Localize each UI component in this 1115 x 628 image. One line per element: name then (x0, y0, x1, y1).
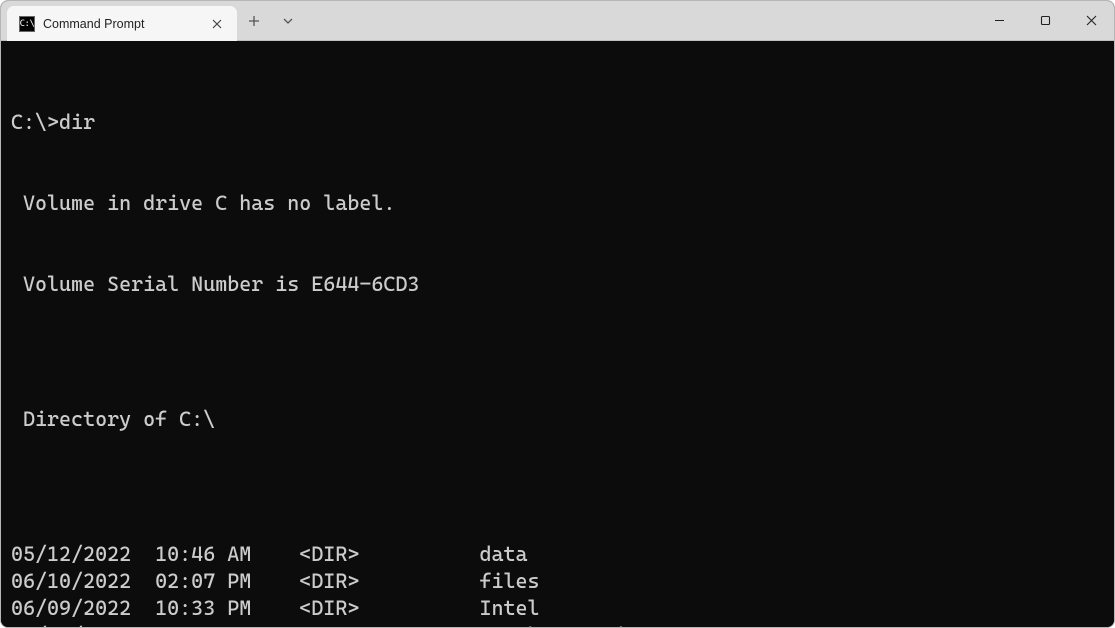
dir-entry: 06/09/2022 10:33 PM <DIR> Intel (11, 595, 1114, 622)
tab-close-button[interactable] (207, 14, 227, 34)
dir-listing: 05/12/2022 10:46 AM <DIR> data06/10/2022… (11, 541, 1114, 627)
dir-entry: 06/10/2022 11:00 AM <DIR> PatchMyPCUpdat… (11, 622, 1114, 627)
titlebar-drag-region[interactable] (305, 1, 976, 40)
dir-entry: 05/12/2022 10:46 AM <DIR> data (11, 541, 1114, 568)
close-icon (212, 19, 222, 29)
terminal-line: Volume in drive C has no label. (11, 190, 1114, 217)
terminal-line: Volume Serial Number is E644-6CD3 (11, 271, 1114, 298)
plus-icon (248, 15, 260, 27)
command-text: dir (59, 110, 95, 134)
terminal-viewport[interactable]: C:\>dir Volume in drive C has no label. … (1, 41, 1114, 627)
minimize-icon (994, 15, 1005, 26)
close-icon (1086, 15, 1097, 26)
prompt: C:\> (11, 110, 59, 134)
titlebar[interactable]: C:\ Command Prompt (1, 1, 1114, 41)
maximize-icon (1040, 15, 1051, 26)
terminal-line: C:\>dir (11, 109, 1114, 136)
tab-title: Command Prompt (43, 17, 199, 31)
cmd-icon: C:\ (19, 16, 35, 32)
tab-command-prompt[interactable]: C:\ Command Prompt (7, 6, 237, 41)
new-tab-button[interactable] (237, 1, 271, 40)
chevron-down-icon (282, 15, 294, 27)
maximize-button[interactable] (1022, 1, 1068, 40)
tab-dropdown-button[interactable] (271, 1, 305, 40)
window-close-button[interactable] (1068, 1, 1114, 40)
dir-entry: 06/10/2022 02:07 PM <DIR> files (11, 568, 1114, 595)
terminal-line: Directory of C:\ (11, 406, 1114, 433)
terminal-window: C:\ Command Prompt C:\>dir Volume in dri… (0, 0, 1115, 628)
minimize-button[interactable] (976, 1, 1022, 40)
